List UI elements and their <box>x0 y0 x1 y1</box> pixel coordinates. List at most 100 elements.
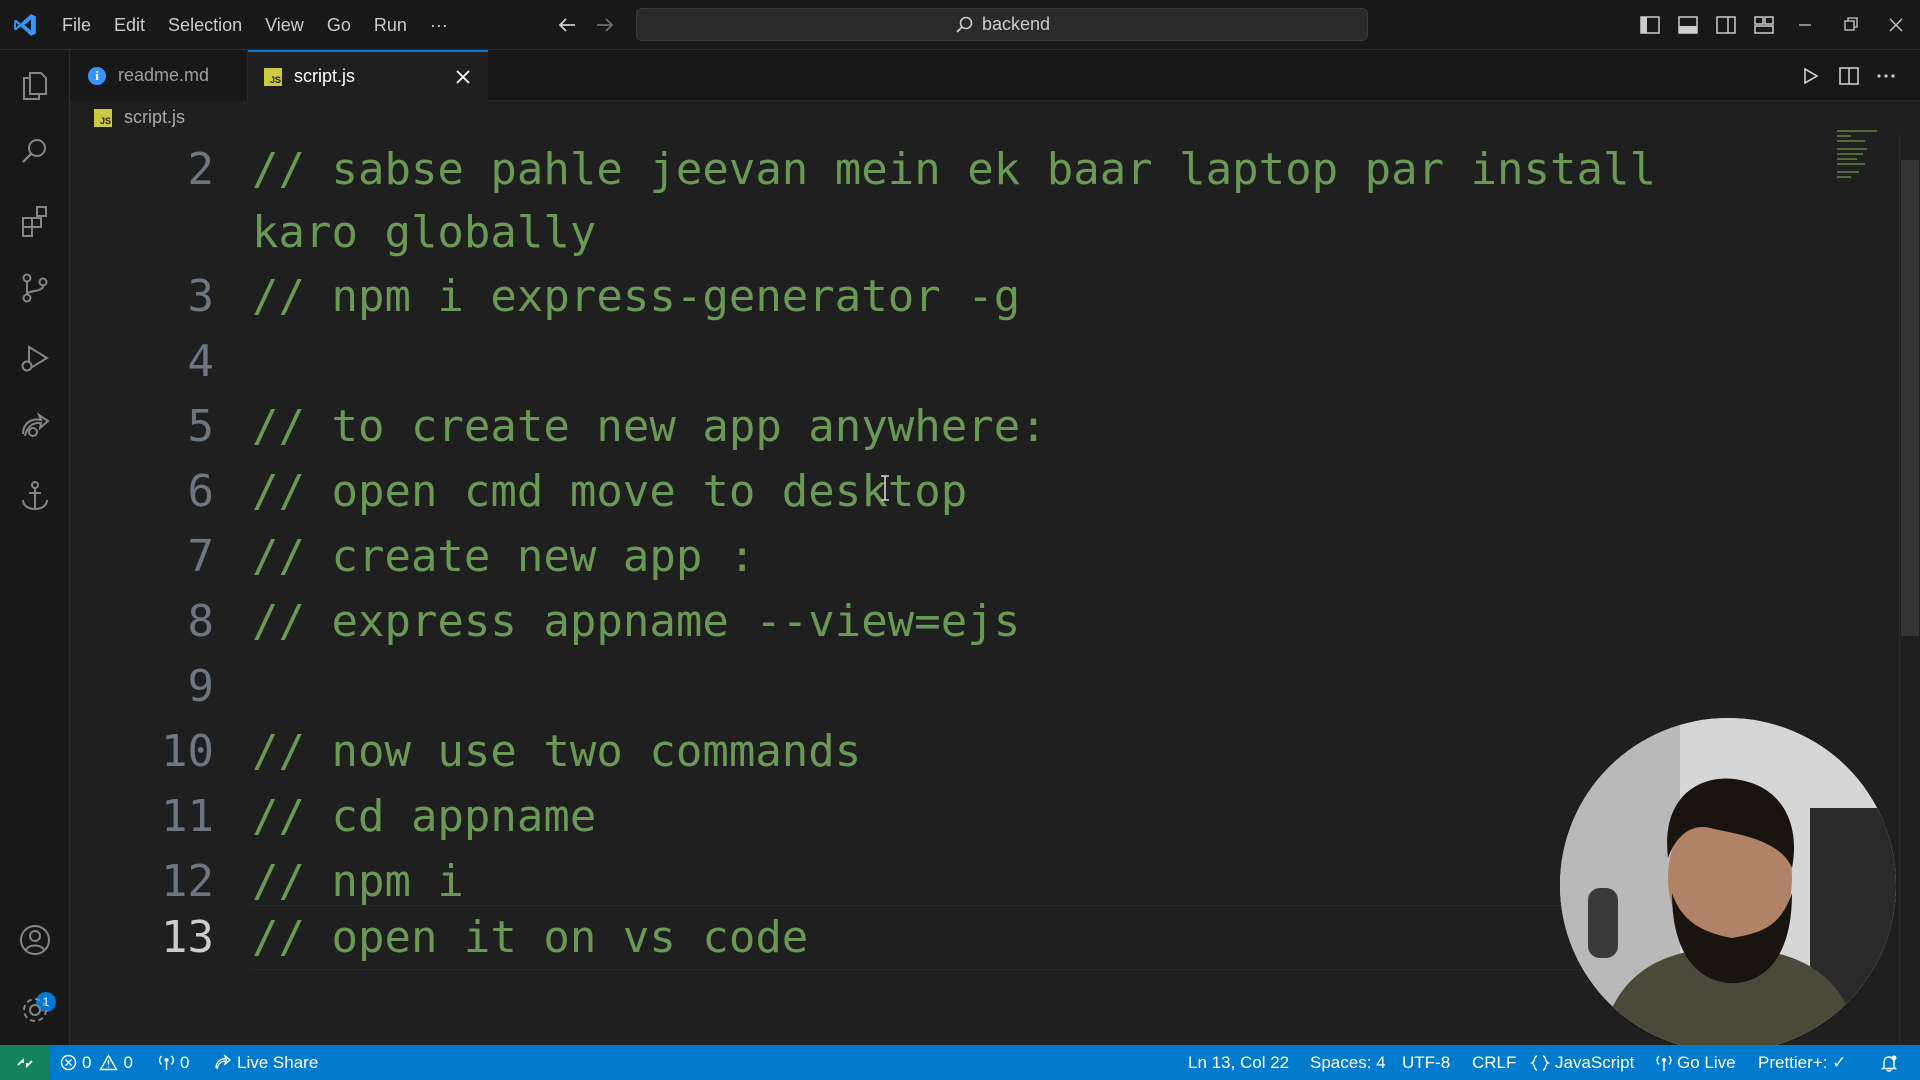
cursor-position-label: Ln 13, Col 22 <box>1188 1052 1290 1072</box>
menu-view[interactable]: View <box>265 15 304 36</box>
vscode-logo-icon <box>14 14 36 36</box>
split-editor-icon[interactable] <box>1837 64 1861 88</box>
broadcast-icon <box>158 1055 175 1070</box>
menu-edit[interactable]: Edit <box>114 15 145 36</box>
line-text: // express appname --view=ejs <box>252 596 1021 647</box>
breadcrumb: JS script.js <box>70 101 1920 134</box>
code-line: 3 // npm i express-generator -g <box>70 264 1870 329</box>
code-line: 6 // open cmd move to desktop <box>70 459 1870 524</box>
line-text: karo globally <box>252 207 597 258</box>
close-window-icon[interactable] <box>1885 14 1907 36</box>
error-count: 0 <box>82 1052 92 1072</box>
js-file-icon: JS <box>94 108 112 127</box>
extensions-icon[interactable] <box>17 202 53 238</box>
line-number: 10 <box>161 726 214 777</box>
warning-icon <box>99 1054 119 1071</box>
tab-label: readme.md <box>118 65 210 85</box>
tab-bar: i readme.md JS script.js <box>70 50 1920 101</box>
minimize-icon[interactable] <box>1794 14 1816 36</box>
encoding[interactable]: UTF-8 <box>1402 1045 1450 1080</box>
line-text: // open cmd move to desktop <box>252 466 968 517</box>
remote-indicator[interactable] <box>0 1045 50 1080</box>
line-number: 2 <box>187 144 215 195</box>
toggle-secondary-sidebar-icon[interactable] <box>1714 13 1738 37</box>
line-number: 8 <box>187 596 215 647</box>
code-line: 10 // now use two commands <box>70 719 1870 784</box>
indentation[interactable]: Spaces: 4 <box>1310 1045 1386 1080</box>
encoding-label: UTF-8 <box>1402 1052 1451 1072</box>
notifications-button[interactable] <box>1880 1045 1903 1080</box>
line-text: // create new app : <box>252 531 756 582</box>
accounts-icon[interactable] <box>17 922 53 958</box>
end-of-line[interactable]: CRLF <box>1472 1045 1516 1080</box>
explorer-files-icon[interactable] <box>17 67 53 103</box>
code-line: 9 <box>70 654 1870 719</box>
restore-icon[interactable] <box>1840 14 1862 36</box>
menu-file[interactable]: File <box>62 15 91 36</box>
line-number: 3 <box>187 271 215 322</box>
line-number: 7 <box>187 531 215 582</box>
code-line: 5 // to create new app anywhere: <box>70 394 1870 459</box>
line-number: 5 <box>187 401 215 452</box>
braces-icon <box>1530 1054 1550 1071</box>
close-icon[interactable] <box>452 66 474 88</box>
go-live-button[interactable]: Go Live <box>1656 1045 1736 1080</box>
problems-indicator[interactable]: 0 0 <box>60 1045 133 1080</box>
forward-arrow-icon[interactable] <box>593 13 617 37</box>
code-line: 8 // express appname --view=ejs <box>70 589 1870 654</box>
minimap[interactable] <box>1837 130 1893 180</box>
search-icon <box>956 16 973 33</box>
search-icon[interactable] <box>17 134 53 170</box>
line-text: // now use two commands <box>252 726 862 777</box>
toggle-panel-icon[interactable] <box>1676 13 1700 37</box>
back-arrow-icon[interactable] <box>555 13 579 37</box>
language-mode[interactable]: JavaScript <box>1530 1045 1634 1080</box>
line-number: 9 <box>187 661 215 712</box>
live-share-icon[interactable] <box>17 408 53 444</box>
tab-script-js[interactable]: JS script.js <box>248 50 488 101</box>
ports-indicator[interactable]: 0 <box>158 1045 189 1080</box>
info-icon: i <box>88 66 106 85</box>
customize-layout-icon[interactable] <box>1752 13 1776 37</box>
toggle-primary-sidebar-icon[interactable] <box>1638 13 1662 37</box>
more-actions-icon[interactable] <box>1874 64 1898 88</box>
cursor-position[interactable]: Ln 13, Col 22 <box>1188 1045 1289 1080</box>
language-label: JavaScript <box>1555 1052 1635 1072</box>
code-line: 7 // create new app : <box>70 524 1870 589</box>
source-control-icon[interactable] <box>17 270 53 306</box>
activity-bar: 1 <box>0 50 70 1045</box>
menu-run[interactable]: Run <box>374 15 407 36</box>
menu-selection[interactable]: Selection <box>168 15 242 36</box>
line-text: // cd appname <box>252 791 597 842</box>
anchor-icon[interactable] <box>17 478 53 514</box>
prettier-status[interactable]: Prettier+: ✓ <box>1758 1045 1846 1080</box>
js-file-icon: JS <box>264 67 282 86</box>
menu-bar: File Edit Selection View Go Run ··· <box>62 0 471 50</box>
menu-go[interactable]: Go <box>327 15 351 36</box>
run-and-debug-icon[interactable] <box>17 340 53 376</box>
remote-icon <box>17 1057 33 1068</box>
line-text: // sabse pahle jeevan mein ek baar lapto… <box>252 144 1656 195</box>
eol-label: CRLF <box>1472 1052 1517 1072</box>
code-line: 2 // sabse pahle jeevan mein ek baar lap… <box>70 137 1870 202</box>
command-center-search[interactable]: backend <box>636 8 1368 41</box>
prettier-label: Prettier+: ✓ <box>1758 1052 1847 1072</box>
title-bar: File Edit Selection View Go Run ··· back… <box>0 0 1920 50</box>
line-number: 13 <box>161 912 214 963</box>
line-text: // to create new app anywhere: <box>252 401 1047 452</box>
scrollbar-thumb[interactable] <box>1901 160 1919 636</box>
text-cursor-icon <box>881 475 889 501</box>
gear-icon[interactable] <box>17 992 53 1028</box>
menu-more[interactable]: ··· <box>430 15 448 36</box>
tab-label: script.js <box>294 66 356 86</box>
tab-readme[interactable]: i readme.md <box>70 50 248 101</box>
ports-count: 0 <box>180 1052 190 1072</box>
breadcrumb-file[interactable]: script.js <box>124 107 185 128</box>
live-share-icon <box>215 1053 232 1069</box>
live-share-status[interactable]: Live Share <box>214 1045 318 1080</box>
run-code-icon[interactable] <box>1798 64 1822 88</box>
webcam-overlay <box>1560 718 1896 1052</box>
line-number: 11 <box>161 791 214 842</box>
status-bar: 0 0 0 Live Share Ln 13, Col 22 Spaces: 4… <box>0 1045 1920 1080</box>
live-share-label: Live Share <box>237 1052 319 1072</box>
